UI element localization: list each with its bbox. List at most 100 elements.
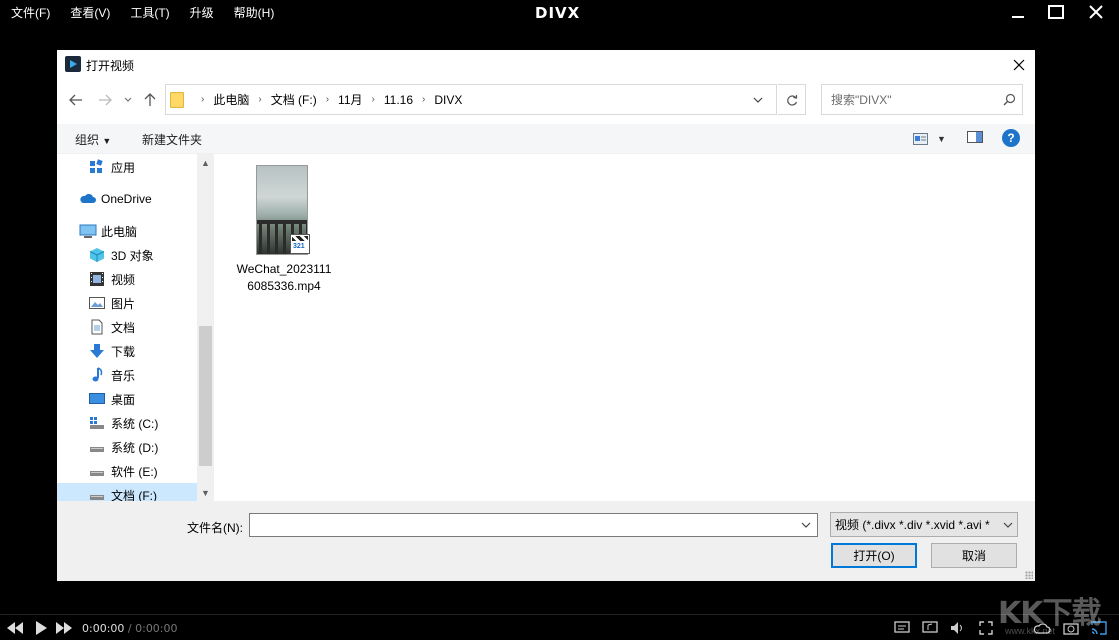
fast-forward-button[interactable]	[55, 619, 73, 637]
nav-onedrive[interactable]: OneDrive	[79, 187, 152, 211]
new-folder-button[interactable]: 新建文件夹	[142, 131, 202, 148]
chevron-right-icon[interactable]: ›	[372, 94, 375, 105]
filename-label: 文件名(N):	[187, 519, 243, 536]
fullscreen-icon	[979, 621, 993, 635]
subtitles-button[interactable]	[893, 619, 911, 637]
chevron-right-icon[interactable]: ›	[422, 94, 425, 105]
recent-locations-button[interactable]	[121, 90, 135, 110]
refresh-button[interactable]	[778, 84, 806, 115]
nav-videos[interactable]: 视频	[89, 267, 135, 291]
chevron-right-icon[interactable]: ›	[258, 94, 261, 105]
nav-drive-c[interactable]: 系统 (C:)	[89, 411, 158, 435]
filename-input[interactable]	[250, 514, 790, 536]
view-details-icon	[913, 133, 929, 145]
watermark-url: www.kkx.net	[1005, 626, 1055, 636]
apps-icon	[89, 159, 105, 175]
resize-grip-icon[interactable]	[1025, 571, 1033, 579]
breadcrumb-drive-f[interactable]: 文档 (F:)	[271, 91, 317, 108]
nav-pictures[interactable]: 图片	[89, 291, 135, 315]
preview-pane-icon	[967, 130, 983, 144]
nav-desktop[interactable]: 桌面	[89, 387, 135, 411]
menu-tools[interactable]: 工具(T)	[119, 0, 178, 26]
close-window-button[interactable]	[1081, 0, 1111, 24]
help-button[interactable]: ?	[1002, 129, 1020, 147]
open-video-dialog: 打开视频 › 此电脑 › 文档 (F:) › 11月 › 11.16 › DIV…	[57, 50, 1035, 581]
arrow-left-icon	[69, 94, 83, 106]
back-button[interactable]	[67, 90, 85, 110]
filename-dropdown-button[interactable]	[797, 516, 815, 534]
dialog-close-button[interactable]	[1003, 50, 1035, 80]
play-button[interactable]	[32, 619, 50, 637]
nav-this-pc[interactable]: 此电脑	[79, 219, 137, 243]
nav-documents[interactable]: 文档	[89, 315, 135, 339]
chevron-right-icon[interactable]: ›	[326, 94, 329, 105]
rewind-button[interactable]	[6, 619, 24, 637]
computer-icon	[79, 223, 95, 239]
address-bar[interactable]: › 此电脑 › 文档 (F:) › 11月 › 11.16 › DIVX	[165, 84, 777, 115]
scroll-up-arrow-icon[interactable]: ▲	[197, 154, 214, 171]
nav-drive-d[interactable]: 系统 (D:)	[89, 435, 158, 459]
document-icon	[89, 319, 105, 335]
nav-music[interactable]: 音乐	[89, 363, 135, 387]
nav-downloads-label: 下载	[111, 343, 135, 360]
divx-logo: DIVX	[535, 4, 580, 22]
nav-scrollbar[interactable]: ▲ ▼	[197, 154, 214, 501]
cloud-icon	[79, 191, 95, 207]
nav-drive-e[interactable]: 软件 (E:)	[89, 459, 158, 483]
search-box[interactable]	[821, 84, 1023, 115]
divx-app-icon	[65, 56, 81, 72]
media-file-icon: 321	[290, 234, 310, 254]
organize-menu[interactable]: 组织 ▼	[75, 131, 111, 148]
organize-label: 组织	[75, 133, 99, 147]
scroll-thumb[interactable]	[199, 326, 212, 466]
address-history-dropdown[interactable]	[743, 84, 773, 115]
change-view-button[interactable]: ▼	[913, 129, 949, 149]
breadcrumb-this-pc[interactable]: 此电脑	[213, 91, 249, 108]
nav-3d-objects-label: 3D 对象	[111, 247, 154, 264]
nav-3d-objects[interactable]: 3D 对象	[89, 243, 154, 267]
scroll-down-arrow-icon[interactable]: ▼	[197, 484, 214, 501]
close-icon	[1013, 59, 1025, 71]
fullscreen-button[interactable]	[977, 619, 995, 637]
breadcrumb-divx[interactable]: DIVX	[434, 93, 462, 107]
menu-upgrade[interactable]: 升级	[179, 0, 223, 26]
nav-drive-f[interactable]: 文档 (F:)	[57, 483, 197, 501]
preview-pane-button[interactable]	[967, 130, 983, 147]
cube-icon	[89, 247, 105, 263]
close-icon	[1089, 5, 1103, 19]
nav-downloads[interactable]: 下载	[89, 339, 135, 363]
file-list: 321 WeChat_20231116085336.mp4	[214, 154, 1035, 501]
nav-apps[interactable]: 应用	[89, 155, 135, 179]
video-icon	[89, 271, 105, 287]
forward-button[interactable]	[96, 90, 114, 110]
dialog-toolbar: 组织 ▼ 新建文件夹 ▼ ?	[57, 124, 1035, 154]
dialog-title: 打开视频	[86, 57, 134, 74]
filename-combobox[interactable]	[249, 513, 818, 537]
menu-file[interactable]: 文件(F)	[0, 0, 59, 26]
file-item[interactable]: 321 WeChat_20231116085336.mp4	[234, 162, 334, 302]
chevron-down-icon	[1003, 522, 1013, 528]
up-button[interactable]	[141, 90, 159, 110]
breadcrumb: › 此电脑 › 文档 (F:) › 11月 › 11.16 › DIVX	[192, 85, 462, 114]
breadcrumb-11-16[interactable]: 11.16	[384, 93, 413, 107]
cancel-button[interactable]: 取消	[931, 543, 1017, 568]
menu-help[interactable]: 帮助(H)	[223, 0, 284, 26]
nav-desktop-label: 桌面	[111, 391, 135, 408]
menu-view[interactable]: 查看(V)	[59, 0, 119, 26]
breadcrumb-november[interactable]: 11月	[338, 91, 362, 108]
volume-button[interactable]	[949, 619, 967, 637]
nav-apps-label: 应用	[111, 159, 135, 176]
audio-track-button[interactable]	[921, 619, 939, 637]
audio-track-icon	[922, 621, 938, 635]
maximize-icon	[1048, 5, 1064, 19]
open-button[interactable]: 打开(O)	[831, 543, 917, 568]
minimize-button[interactable]	[1003, 0, 1033, 24]
maximize-button[interactable]	[1041, 0, 1071, 24]
file-type-filter[interactable]: 视频 (*.divx *.div *.xvid *.avi *	[830, 512, 1018, 537]
search-input[interactable]	[822, 85, 997, 114]
file-type-filter-value: 视频 (*.divx *.div *.xvid *.avi *	[835, 516, 990, 533]
file-name: WeChat_20231116085336.mp4	[234, 261, 334, 295]
arrow-right-icon	[98, 94, 112, 106]
folder-icon	[170, 92, 184, 108]
nav-drive-d-label: 系统 (D:)	[111, 439, 158, 456]
